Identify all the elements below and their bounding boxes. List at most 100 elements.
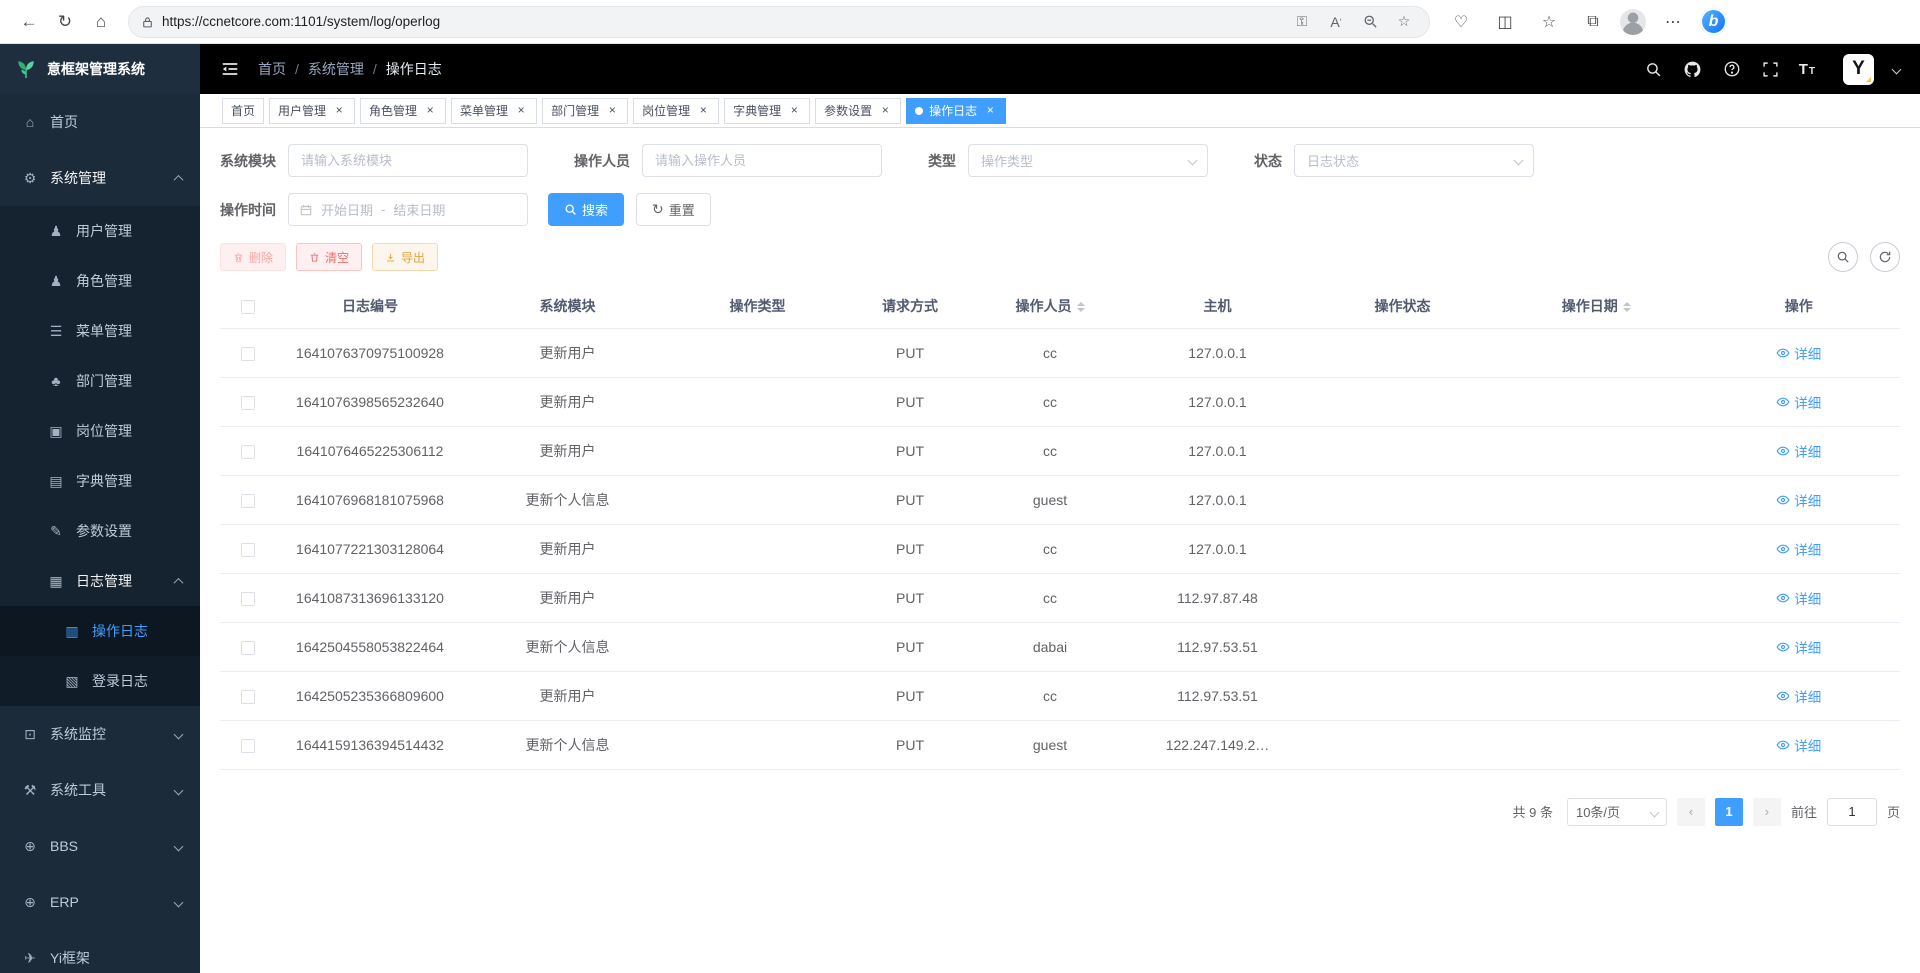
detail-link[interactable]: 详细 bbox=[1776, 637, 1821, 657]
github-icon[interactable] bbox=[1682, 58, 1704, 80]
sidebar-item[interactable]: ▦ 日志管理 bbox=[0, 556, 200, 606]
browser-back-icon[interactable]: ← bbox=[12, 6, 46, 38]
row-checkbox[interactable] bbox=[241, 494, 255, 508]
favorites-bar-icon[interactable]: ☆︎ bbox=[1532, 6, 1566, 38]
table-column-header[interactable]: 操作日期 bbox=[1495, 284, 1698, 328]
row-checkbox[interactable] bbox=[241, 543, 255, 557]
fullscreen-icon[interactable] bbox=[1760, 58, 1782, 80]
breadcrumb-home[interactable]: 首页 bbox=[258, 59, 286, 79]
split-screen-icon[interactable]: ◫ bbox=[1488, 6, 1522, 38]
prev-page-button[interactable]: ‹ bbox=[1677, 798, 1705, 826]
add-favorite-star-icon[interactable]: ☆ bbox=[1391, 10, 1417, 34]
page-tab[interactable]: 角色管理 × bbox=[360, 98, 446, 124]
table-column-header[interactable]: 日志编号 bbox=[275, 284, 465, 328]
sidebar-item[interactable]: ⊡ 系统监控 bbox=[0, 706, 200, 762]
operator-input[interactable] bbox=[642, 144, 882, 177]
detail-link[interactable]: 详细 bbox=[1776, 588, 1821, 608]
detail-link[interactable]: 详细 bbox=[1776, 490, 1821, 510]
sidebar-item[interactable]: ⚙ 系统管理 bbox=[0, 150, 200, 206]
detail-link[interactable]: 详细 bbox=[1776, 343, 1821, 363]
page-tab[interactable]: 操作日志 × bbox=[906, 98, 1006, 124]
row-checkbox[interactable] bbox=[241, 396, 255, 410]
browser-refresh-icon[interactable]: ↻ bbox=[48, 6, 82, 38]
zoom-out-icon[interactable] bbox=[1357, 10, 1383, 34]
table-column-header[interactable]: 主机 bbox=[1125, 284, 1310, 328]
table-column-header[interactable]: 请求方式 bbox=[845, 284, 975, 328]
sort-caret-icon[interactable] bbox=[1623, 302, 1631, 312]
row-checkbox[interactable] bbox=[241, 690, 255, 704]
table-column-header[interactable]: 操作状态 bbox=[1310, 284, 1495, 328]
page-tab[interactable]: 字典管理 × bbox=[724, 98, 810, 124]
sort-caret-icon[interactable] bbox=[1077, 302, 1085, 312]
tab-close-icon[interactable]: × bbox=[423, 104, 437, 118]
status-select[interactable]: 日志状态 bbox=[1294, 144, 1534, 177]
select-all-checkbox[interactable] bbox=[241, 300, 255, 314]
font-size-icon[interactable]: TT bbox=[1799, 61, 1816, 78]
start-date-placeholder[interactable]: 开始日期 bbox=[321, 200, 373, 219]
settings-more-icon[interactable]: ⋯ bbox=[1656, 6, 1690, 38]
detail-link[interactable]: 详细 bbox=[1776, 392, 1821, 412]
sidebar-item[interactable]: ⌂ 首页 bbox=[0, 94, 200, 150]
sidebar-item[interactable]: ▤ 字典管理 bbox=[0, 456, 200, 506]
browser-essentials-icon[interactable]: ♡ bbox=[1444, 6, 1478, 38]
user-dropdown-caret-icon[interactable] bbox=[1892, 64, 1902, 74]
page-tab[interactable]: 部门管理 × bbox=[542, 98, 628, 124]
bing-copilot-icon[interactable]: b bbox=[1700, 8, 1727, 35]
end-date-placeholder[interactable]: 结束日期 bbox=[393, 200, 445, 219]
next-page-button[interactable]: › bbox=[1753, 798, 1781, 826]
type-select[interactable]: 操作类型 bbox=[968, 144, 1208, 177]
detail-link[interactable]: 详细 bbox=[1776, 539, 1821, 559]
detail-link[interactable]: 详细 bbox=[1776, 686, 1821, 706]
row-checkbox[interactable] bbox=[241, 592, 255, 606]
tab-close-icon[interactable]: × bbox=[696, 104, 710, 118]
table-column-header[interactable]: 操作类型 bbox=[670, 284, 845, 328]
delete-button[interactable]: 删除 bbox=[220, 243, 286, 271]
sidebar-item[interactable]: ✎ 参数设置 bbox=[0, 506, 200, 556]
tab-close-icon[interactable]: × bbox=[332, 104, 346, 118]
page-number-1[interactable]: 1 bbox=[1715, 798, 1743, 826]
breadcrumb-system[interactable]: 系统管理 bbox=[308, 59, 364, 79]
toggle-search-button[interactable] bbox=[1828, 242, 1858, 272]
sidebar-item[interactable]: ⊕ ERP bbox=[0, 874, 200, 930]
refresh-table-button[interactable] bbox=[1870, 242, 1900, 272]
search-button[interactable]: 搜索 bbox=[548, 193, 624, 226]
sidebar-item[interactable]: ▥ 操作日志 bbox=[0, 606, 200, 656]
sidebar-item[interactable]: ▣ 岗位管理 bbox=[0, 406, 200, 456]
browser-profile-avatar[interactable] bbox=[1620, 9, 1646, 35]
browser-home-icon[interactable]: ⌂ bbox=[84, 6, 118, 38]
app-logo[interactable]: 意框架管理系统 bbox=[0, 44, 200, 94]
tab-close-icon[interactable]: × bbox=[983, 104, 997, 118]
sidebar-collapse-icon[interactable] bbox=[220, 58, 242, 80]
url-text[interactable]: https://ccnetcore.com:1101/system/log/op… bbox=[162, 14, 1281, 29]
row-checkbox[interactable] bbox=[241, 739, 255, 753]
address-bar[interactable]: https://ccnetcore.com:1101/system/log/op… bbox=[128, 6, 1430, 38]
sidebar-item[interactable]: ☰ 菜单管理 bbox=[0, 306, 200, 356]
sidebar-item[interactable]: ✈ Yi框架 bbox=[0, 930, 200, 973]
read-aloud-icon[interactable]: Aʻ bbox=[1323, 10, 1349, 34]
table-column-header[interactable]: 操作人员 bbox=[975, 284, 1125, 328]
page-tab[interactable]: 参数设置 × bbox=[815, 98, 901, 124]
help-icon[interactable] bbox=[1721, 58, 1743, 80]
export-button[interactable]: 导出 bbox=[372, 243, 438, 271]
table-column-header[interactable]: 系统模块 bbox=[465, 284, 670, 328]
sidebar-item[interactable]: ♟ 用户管理 bbox=[0, 206, 200, 256]
module-input[interactable] bbox=[288, 144, 528, 177]
page-tab[interactable]: 岗位管理 × bbox=[633, 98, 719, 124]
page-tab[interactable]: 菜单管理 × bbox=[451, 98, 537, 124]
table-column-header[interactable]: 操作 bbox=[1698, 284, 1901, 328]
detail-link[interactable]: 详细 bbox=[1776, 441, 1821, 461]
user-avatar[interactable]: Y bbox=[1843, 54, 1874, 85]
sidebar-item[interactable]: ▧ 登录日志 bbox=[0, 656, 200, 706]
page-tab[interactable]: 首页 bbox=[222, 98, 264, 124]
search-icon[interactable] bbox=[1643, 58, 1665, 80]
tab-close-icon[interactable]: × bbox=[878, 104, 892, 118]
row-checkbox[interactable] bbox=[241, 347, 255, 361]
tab-close-icon[interactable]: × bbox=[787, 104, 801, 118]
row-checkbox[interactable] bbox=[241, 641, 255, 655]
tab-close-icon[interactable]: × bbox=[514, 104, 528, 118]
date-range-picker[interactable]: 开始日期 - 结束日期 bbox=[288, 193, 528, 226]
page-size-select[interactable]: 10条/页 bbox=[1567, 798, 1667, 826]
page-tab[interactable]: 用户管理 × bbox=[269, 98, 355, 124]
tab-close-icon[interactable]: × bbox=[605, 104, 619, 118]
clear-button[interactable]: 清空 bbox=[296, 243, 362, 271]
